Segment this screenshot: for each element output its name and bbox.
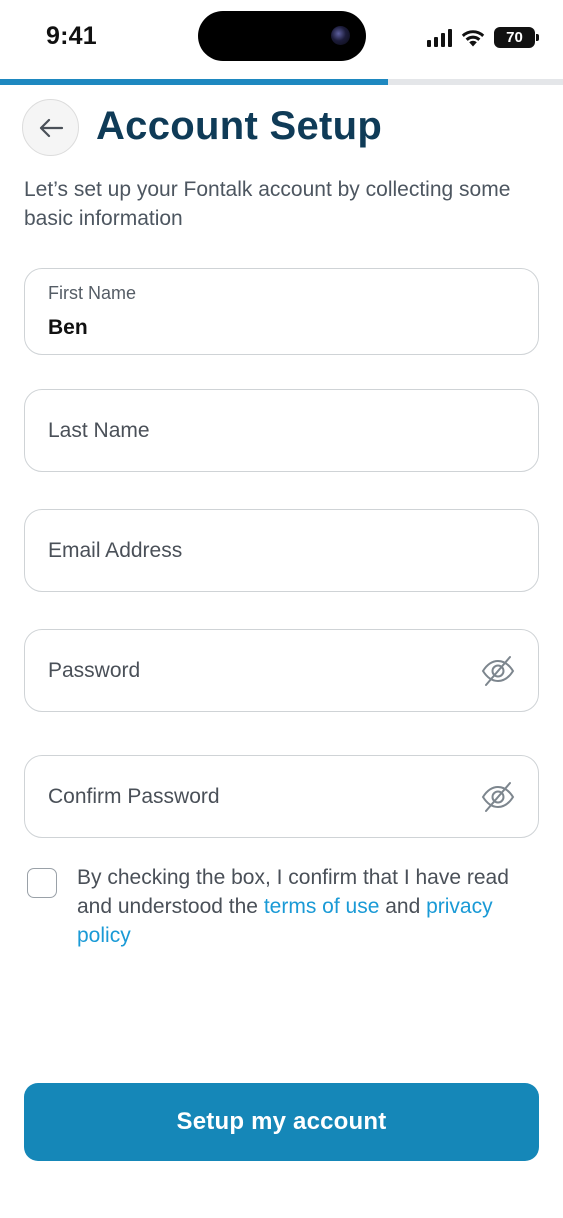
first-name-label: First Name (48, 283, 137, 303)
status-icons: 70 (427, 27, 539, 48)
progress-bar (0, 79, 563, 85)
dynamic-island (198, 11, 366, 61)
progress-fill (0, 79, 389, 85)
signal-icon (427, 28, 452, 47)
eye-off-icon (481, 781, 515, 812)
camera-icon (331, 26, 350, 45)
arrow-left-icon (39, 118, 63, 137)
email-placeholder: Email Address (48, 538, 183, 562)
password-placeholder: Password (48, 658, 141, 682)
battery-icon: 70 (494, 27, 539, 48)
status-bar: 9:41 70 (0, 0, 563, 78)
consent-text-middle: and (379, 895, 427, 918)
password-visibility-toggle[interactable] (480, 653, 516, 689)
confirm-password-placeholder: Confirm Password (48, 784, 220, 808)
status-time: 9:41 (46, 22, 97, 50)
wifi-icon (461, 30, 485, 47)
confirm-password-field[interactable]: Confirm Password (24, 755, 539, 838)
eye-off-icon (481, 655, 515, 686)
page-title: Account Setup (96, 104, 383, 148)
consent-checkbox[interactable] (27, 868, 57, 898)
page-subtitle: Let’s set up your Fontalk account by col… (24, 178, 511, 230)
password-field[interactable]: Password (24, 629, 539, 712)
terms-of-use-link[interactable]: terms of use (264, 895, 380, 918)
battery-level: 70 (506, 29, 523, 46)
setup-account-button[interactable]: Setup my account (24, 1083, 539, 1161)
first-name-field[interactable]: First Name Ben (24, 268, 539, 355)
first-name-value[interactable]: Ben (48, 316, 88, 340)
back-button[interactable] (22, 99, 79, 156)
last-name-placeholder: Last Name (48, 418, 150, 442)
last-name-field[interactable]: Last Name (24, 389, 539, 472)
confirm-password-visibility-toggle[interactable] (480, 779, 516, 815)
email-field[interactable]: Email Address (24, 509, 539, 592)
consent-text: By checking the box, I confirm that I ha… (77, 863, 537, 950)
